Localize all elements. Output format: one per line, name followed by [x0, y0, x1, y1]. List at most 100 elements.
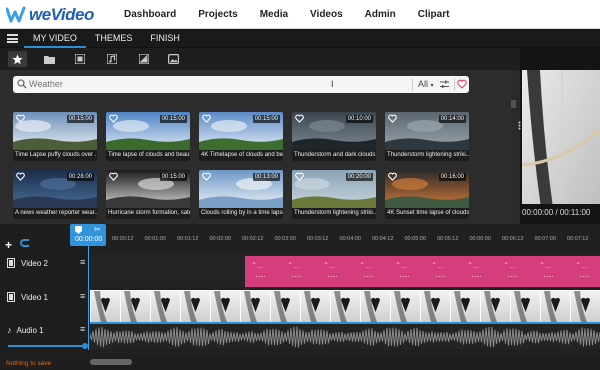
star-icon[interactable] — [8, 51, 27, 67]
ruler-tick-label: 00:03:00 — [274, 236, 296, 242]
folder-icon[interactable] — [40, 51, 59, 67]
waveform-path — [89, 326, 600, 348]
track-menu-icon[interactable]: ≡ — [80, 324, 85, 334]
media-thumbnail[interactable]: 00:15:00 Time Lapse puffy clouds over ..… — [13, 112, 97, 161]
favorites-heart-icon[interactable] — [457, 79, 467, 89]
favorite-heart-icon[interactable] — [295, 114, 304, 123]
filter-label: All — [418, 79, 429, 89]
library-scrollbar[interactable] — [511, 100, 516, 108]
nav-dashboard[interactable]: Dashboard — [124, 9, 176, 20]
video-frame-thumbnail — [121, 291, 150, 322]
video-frame-thumbnail — [241, 291, 270, 322]
playhead-marker[interactable]: ✂ 00:00:00 — [70, 224, 106, 246]
video-frame-thumbnail — [451, 291, 480, 322]
thumbnail-duration: 00:13:00 — [252, 173, 280, 181]
top-navigation-bar: weVideo Dashboard Projects Media Videos … — [0, 0, 600, 29]
video-frame-thumbnail — [571, 291, 600, 322]
ruler-tick-label: 00:05:00 — [404, 236, 426, 242]
favorite-heart-icon[interactable] — [109, 172, 118, 181]
nav-media[interactable]: Media — [260, 9, 288, 20]
thumbnail-caption: 4K Timelapse of clouds and bea... — [199, 150, 283, 161]
hamburger-menu-icon[interactable] — [7, 34, 18, 43]
thumbnail-caption: 4K Sunset time lapse of clouds... — [385, 208, 469, 219]
video-frame-thumbnail — [391, 291, 420, 322]
track-menu-icon[interactable]: ≡ — [80, 257, 85, 267]
favorite-heart-icon[interactable] — [202, 114, 211, 123]
save-status: Nothing to save — [6, 360, 52, 367]
filter-settings-icon[interactable] — [440, 80, 449, 89]
film-icon — [7, 258, 15, 268]
media-thumbnail[interactable]: 00:20:00 Thunderstorm lightening striki.… — [292, 170, 376, 219]
image-library-icon[interactable] — [134, 51, 153, 67]
filter-dropdown[interactable]: All ▾ — [418, 79, 434, 89]
thumbnail-caption: A news weather reporter wear... — [13, 208, 97, 219]
media-thumbnail[interactable]: 00:15:00 4K Timelapse of clouds and bea.… — [199, 112, 283, 161]
music-library-icon[interactable] — [102, 51, 121, 67]
thumbnail-caption: Time Lapse puffy clouds over ... — [13, 150, 97, 161]
timeline-ruler[interactable]: 00:00:12 00:01:00 00:01:12 00:02:00 00:02:12… — [90, 233, 600, 243]
ruler-tick-label: 00:00:12 — [112, 236, 134, 242]
video-frame-thumbnail — [511, 291, 540, 322]
media-thumbnail[interactable]: 00:28:00 A news weather reporter wear... — [13, 170, 97, 219]
track-label-video-2: Video 2 — [21, 258, 48, 268]
title-clip-quote-icon: “ ‥ ‥‥ — [289, 261, 302, 279]
favorite-heart-icon[interactable] — [16, 114, 25, 123]
media-thumbnail[interactable]: 00:14:00 Thunderstorm lightening striki.… — [385, 112, 469, 161]
favorite-heart-icon[interactable] — [109, 114, 118, 123]
nav-videos[interactable]: Videos — [310, 9, 343, 20]
favorite-heart-icon[interactable] — [295, 172, 304, 181]
ruler-tick-label: 00:06:12 — [502, 236, 524, 242]
track-header-video-2: Video 2 — [7, 258, 48, 268]
volume-slider[interactable] — [8, 345, 86, 347]
media-thumbnail[interactable]: 00:16:00 4K Sunset time lapse of clouds.… — [385, 170, 469, 219]
media-thumbnail[interactable]: 00:15:00 Time lapse of clouds and beaut.… — [106, 112, 190, 161]
ruler-tick-label: 00:04:00 — [339, 236, 361, 242]
nav-clipart[interactable]: Clipart — [418, 9, 450, 20]
favorite-heart-icon[interactable] — [202, 172, 211, 181]
track-row-audio-1 — [89, 325, 600, 349]
panel-resize-handle-icon[interactable] — [518, 121, 521, 130]
media-thumbnail[interactable]: 00:13:00 Clouds rolling by in a time lap… — [199, 170, 283, 219]
thumbnail-duration: 00:16:00 — [438, 173, 466, 181]
ruler-tick-label: 00:02:12 — [242, 236, 264, 242]
nav-projects[interactable]: Projects — [198, 9, 237, 20]
photos-icon[interactable] — [164, 51, 183, 67]
track-menu-icon[interactable]: ≡ — [80, 291, 85, 301]
ruler-tick-label: 00:07:00 — [534, 236, 556, 242]
favorite-heart-icon[interactable] — [388, 172, 397, 181]
media-thumbnail[interactable]: 00:10:00 Thunderstorm and dark clouds ..… — [292, 112, 376, 161]
ruler-tick-label: 00:03:12 — [307, 236, 329, 242]
search-input[interactable] — [29, 77, 329, 91]
video-frame-thumbnail — [301, 291, 330, 322]
tab-finish[interactable]: FINISH — [141, 29, 189, 48]
thumbnail-duration: 00:10:00 — [345, 115, 373, 123]
media-toolbar — [0, 48, 520, 70]
video-frame-thumbnail — [151, 291, 180, 322]
add-track-icon[interactable]: + — [5, 238, 12, 252]
thumbnail-duration: 00:15:00 — [252, 115, 280, 123]
video-clip-underline — [90, 322, 600, 324]
magnet-icon[interactable] — [20, 238, 30, 248]
title-clip-quote-icon: “ ‥ ‥‥ — [505, 261, 518, 279]
playhead-line[interactable] — [88, 246, 89, 350]
wevideo-logo[interactable]: weVideo — [6, 4, 94, 26]
timeline-scrollbar[interactable] — [90, 359, 132, 365]
tab-my-video[interactable]: MY VIDEO — [24, 29, 86, 48]
thumbnail-duration: 00:20:00 — [345, 173, 373, 181]
favorite-heart-icon[interactable] — [388, 114, 397, 123]
logo-text: weVideo — [29, 5, 94, 24]
nav-admin[interactable]: Admin — [365, 9, 396, 20]
video-frame-thumbnail — [481, 291, 510, 322]
title-clip[interactable]: “ ‥ ‥‥ “ ‥ ‥‥ “ ‥ ‥‥ “ ‥ ‥‥ “ ‥ ‥‥ “ ‥ ‥‥ “ ‥ … — [245, 256, 600, 287]
favorite-heart-icon[interactable] — [16, 172, 25, 181]
media-thumbnail[interactable]: 00:15:00 Hurricane storm formation, sate… — [106, 170, 190, 219]
track-header-audio-1: ♪ Audio 1 — [7, 325, 44, 335]
video-library-icon[interactable] — [70, 51, 89, 67]
tab-themes[interactable]: THEMES — [86, 29, 142, 48]
audio-waveform[interactable] — [89, 325, 600, 349]
search-bar: I All ▾ — [13, 76, 469, 93]
thumbnail-duration: 00:15:00 — [159, 173, 187, 181]
title-clip-quote-icon: “ ‥ ‥‥ — [469, 261, 482, 279]
thumbnail-duration: 00:28:00 — [66, 173, 94, 181]
ruler-tick-label: 00:01:12 — [177, 236, 199, 242]
